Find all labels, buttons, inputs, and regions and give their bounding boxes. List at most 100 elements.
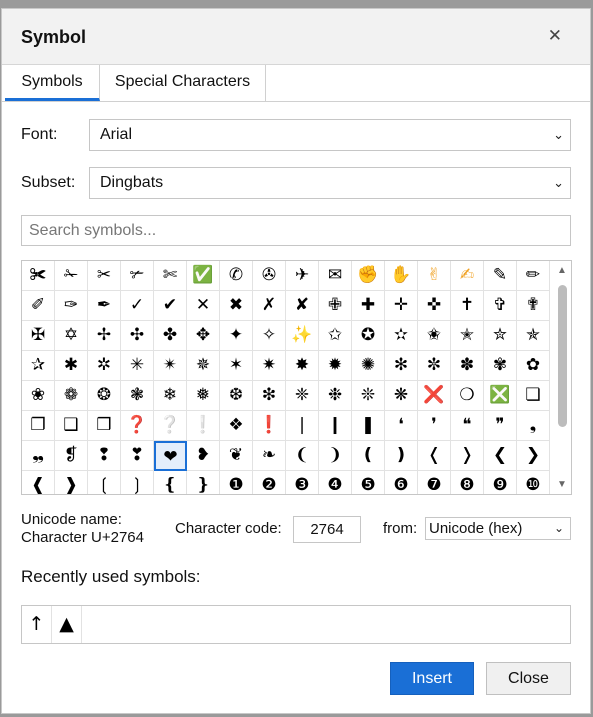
symbol-cell[interactable]: ❳ bbox=[121, 471, 154, 494]
symbol-cell[interactable]: ❆ bbox=[220, 381, 253, 411]
symbol-cell[interactable]: ❙ bbox=[319, 411, 352, 441]
symbol-cell[interactable]: ❻ bbox=[385, 471, 418, 494]
symbol-cell[interactable]: ❠ bbox=[22, 441, 55, 471]
symbol-cell[interactable]: ✁ bbox=[55, 261, 88, 291]
symbol-cell[interactable]: ✮ bbox=[484, 321, 517, 351]
symbol-cell[interactable]: ❂ bbox=[88, 381, 121, 411]
symbol-cell[interactable]: ❣ bbox=[121, 441, 154, 471]
subset-select[interactable]: Dingbats ⌄ bbox=[89, 167, 571, 199]
symbol-cell[interactable]: ❹ bbox=[319, 471, 352, 494]
symbol-cell[interactable]: ✕ bbox=[187, 291, 220, 321]
symbol-grid-scrollbar[interactable]: ▲ ▼ bbox=[554, 261, 571, 494]
symbol-cell[interactable]: ❬ bbox=[418, 441, 451, 471]
symbol-cell[interactable]: ❲ bbox=[88, 471, 121, 494]
symbol-cell[interactable]: ❕ bbox=[187, 411, 220, 441]
symbol-cell[interactable]: ✦ bbox=[220, 321, 253, 351]
symbol-cell[interactable]: ✳ bbox=[121, 351, 154, 381]
symbol-cell[interactable]: ✌ bbox=[418, 261, 451, 291]
symbol-cell[interactable]: ✡ bbox=[55, 321, 88, 351]
symbol-cell[interactable]: ✜ bbox=[418, 291, 451, 321]
symbol-cell[interactable]: ❷ bbox=[253, 471, 286, 494]
symbol-cell[interactable]: ✨ bbox=[286, 321, 319, 351]
symbol-cell[interactable]: ✘ bbox=[286, 291, 319, 321]
symbol-cell[interactable]: ✙ bbox=[319, 291, 352, 321]
symbol-cell[interactable]: ❤ bbox=[154, 441, 187, 471]
symbol-cell[interactable]: ❨ bbox=[286, 441, 319, 471]
symbol-cell[interactable]: ❦ bbox=[220, 441, 253, 471]
symbol-cell[interactable]: ✯ bbox=[517, 321, 550, 351]
symbol-cell[interactable]: ✉ bbox=[319, 261, 352, 291]
symbol-cell[interactable]: ❋ bbox=[385, 381, 418, 411]
scroll-down-icon[interactable]: ▼ bbox=[557, 479, 567, 490]
symbol-cell[interactable]: ✝ bbox=[451, 291, 484, 321]
symbol-cell[interactable]: ❑ bbox=[55, 411, 88, 441]
symbol-cell[interactable]: ❶ bbox=[220, 471, 253, 494]
symbol-cell[interactable]: ❢ bbox=[88, 441, 121, 471]
symbol-cell[interactable]: ✢ bbox=[88, 321, 121, 351]
symbol-cell[interactable]: ✧ bbox=[253, 321, 286, 351]
symbol-cell[interactable]: ✹ bbox=[319, 351, 352, 381]
symbol-cell[interactable]: ✐ bbox=[22, 291, 55, 321]
symbol-cell[interactable]: ❞ bbox=[484, 411, 517, 441]
symbol-cell[interactable]: ✴ bbox=[154, 351, 187, 381]
scrollbar-thumb[interactable] bbox=[558, 285, 567, 427]
symbol-cell[interactable]: ❽ bbox=[451, 471, 484, 494]
symbol-cell[interactable]: ❩ bbox=[319, 441, 352, 471]
symbol-cell[interactable]: ✾ bbox=[484, 351, 517, 381]
symbol-cell[interactable]: ✛ bbox=[385, 291, 418, 321]
symbol-cell[interactable]: ✻ bbox=[385, 351, 418, 381]
symbol-cell[interactable]: ❉ bbox=[319, 381, 352, 411]
symbol-cell[interactable]: ✽ bbox=[451, 351, 484, 381]
symbol-cell[interactable]: ✏ bbox=[517, 261, 550, 291]
symbol-cell[interactable]: ✍ bbox=[451, 261, 484, 291]
symbol-cell[interactable]: ✥ bbox=[187, 321, 220, 351]
symbol-cell[interactable]: ❜ bbox=[418, 411, 451, 441]
character-code-input[interactable]: 2764 bbox=[293, 516, 361, 543]
symbol-cell[interactable]: ✇ bbox=[253, 261, 286, 291]
symbol-cell[interactable]: ✼ bbox=[418, 351, 451, 381]
symbol-cell[interactable]: ❎ bbox=[484, 381, 517, 411]
symbol-cell[interactable]: ❅ bbox=[187, 381, 220, 411]
tab-symbols[interactable]: Symbols bbox=[5, 65, 100, 101]
symbol-cell[interactable]: ❱ bbox=[55, 471, 88, 494]
symbol-cell[interactable]: ❃ bbox=[121, 381, 154, 411]
symbol-cell[interactable]: ❄ bbox=[154, 381, 187, 411]
symbol-cell[interactable]: ✠ bbox=[22, 321, 55, 351]
symbol-cell[interactable]: ✊ bbox=[352, 261, 385, 291]
symbol-cell[interactable]: ✶ bbox=[220, 351, 253, 381]
symbol-cell[interactable]: ✋ bbox=[385, 261, 418, 291]
symbol-cell[interactable]: ❊ bbox=[352, 381, 385, 411]
symbol-cell[interactable]: ❡ bbox=[55, 441, 88, 471]
symbol-cell[interactable]: ✚ bbox=[352, 291, 385, 321]
symbol-cell[interactable]: ❍ bbox=[451, 381, 484, 411]
symbol-cell[interactable]: ✭ bbox=[451, 321, 484, 351]
symbol-cell[interactable]: ✞ bbox=[484, 291, 517, 321]
symbol-cell[interactable]: ✑ bbox=[55, 291, 88, 321]
symbol-cell[interactable]: ❏ bbox=[517, 381, 550, 411]
symbol-cell[interactable]: ✱ bbox=[55, 351, 88, 381]
recent-symbol-item[interactable]: ↑ bbox=[22, 606, 52, 643]
symbol-cell[interactable]: ❌ bbox=[418, 381, 451, 411]
symbol-cell[interactable]: ❓ bbox=[121, 411, 154, 441]
symbol-cell[interactable]: ✓ bbox=[121, 291, 154, 321]
symbol-cell[interactable]: ✖ bbox=[220, 291, 253, 321]
symbol-cell[interactable]: ✲ bbox=[88, 351, 121, 381]
symbol-cell[interactable]: ✆ bbox=[220, 261, 253, 291]
symbol-cell[interactable]: ✅ bbox=[187, 261, 220, 291]
tab-special-characters[interactable]: Special Characters bbox=[100, 65, 266, 101]
symbol-cell[interactable]: ✸ bbox=[286, 351, 319, 381]
symbol-cell[interactable]: ✔ bbox=[154, 291, 187, 321]
symbol-cell[interactable]: ❒ bbox=[88, 411, 121, 441]
symbol-cell[interactable]: ✄ bbox=[154, 261, 187, 291]
symbol-cell[interactable]: ❐ bbox=[22, 411, 55, 441]
symbol-cell[interactable]: ✂ bbox=[88, 261, 121, 291]
symbol-cell[interactable]: ❮ bbox=[484, 441, 517, 471]
from-select[interactable]: Unicode (hex) ⌄ bbox=[425, 517, 571, 540]
symbol-cell[interactable]: ❝ bbox=[451, 411, 484, 441]
search-input[interactable]: Search symbols... bbox=[21, 215, 571, 246]
symbol-cell[interactable]: ✒ bbox=[88, 291, 121, 321]
symbol-cell[interactable]: ❪ bbox=[352, 441, 385, 471]
symbol-cell[interactable]: ✷ bbox=[253, 351, 286, 381]
symbol-cell[interactable]: ✃ bbox=[121, 261, 154, 291]
symbol-cell[interactable]: ❾ bbox=[484, 471, 517, 494]
